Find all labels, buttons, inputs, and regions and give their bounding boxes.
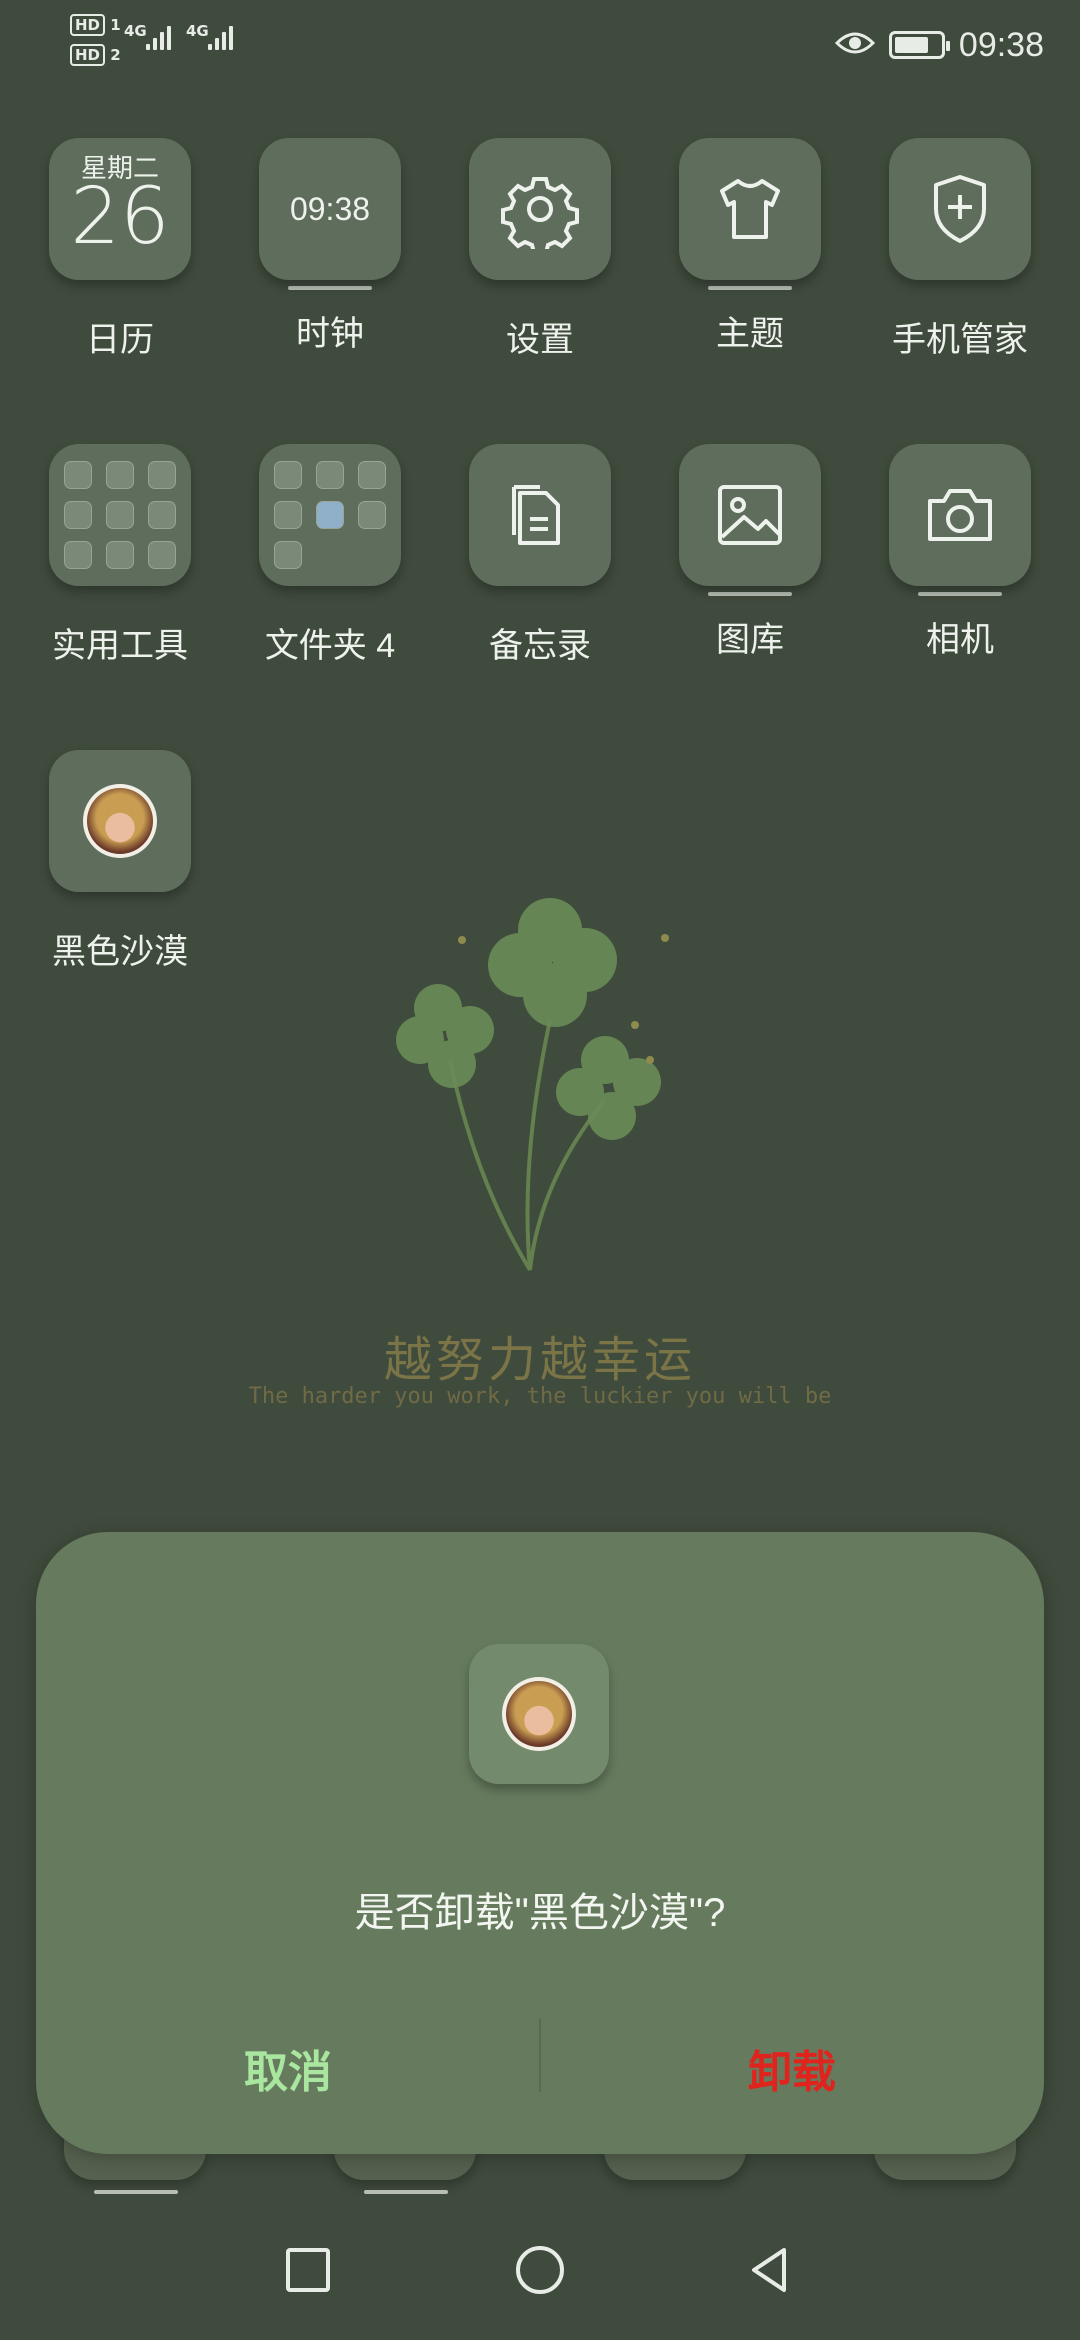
gallery-icon[interactable]	[679, 444, 821, 586]
app-label-phone-manager: 手机管家	[892, 321, 1028, 359]
running-indicator	[708, 286, 792, 290]
app-themes[interactable]: 主题	[650, 138, 850, 355]
camera-icon[interactable]	[889, 444, 1031, 586]
app-label-notes: 备忘录	[489, 627, 591, 665]
tshirt-icon[interactable]	[679, 138, 821, 280]
app-folder-tools[interactable]: 实用工具	[20, 444, 220, 667]
status-bar: HD 1 HD 2 4G 4G 09:38	[0, 0, 1080, 90]
clock-icon[interactable]: 09:38	[259, 138, 401, 280]
clock-time: 09:38	[289, 190, 371, 227]
circle-icon[interactable]	[500, 2230, 580, 2310]
sim2-hd-badge: HD	[70, 44, 106, 66]
running-indicator	[288, 286, 372, 290]
calendar-icon[interactable]: 星期二 26	[49, 138, 191, 280]
cancel-button[interactable]: 取消	[36, 2018, 540, 2118]
wallpaper-clover	[380, 860, 700, 1300]
network-type-1: 4G	[124, 22, 147, 40]
app-label-black-desert: 黑色沙漠	[52, 933, 188, 971]
signal-1-icon	[146, 26, 171, 50]
triangle-back-icon[interactable]	[730, 2230, 810, 2310]
app-label-calendar: 日历	[86, 321, 154, 359]
wallpaper-motto: 越努力越幸运	[383, 1332, 696, 1388]
sim1-hd-badge: HD	[70, 14, 106, 36]
running-indicator	[94, 2190, 178, 2194]
app-label-settings: 设置	[506, 321, 574, 359]
app-phone-manager[interactable]: 手机管家	[860, 138, 1060, 361]
running-indicator	[364, 2190, 448, 2194]
wallpaper-motto-english: The harder you work, the luckier you wil…	[248, 1384, 832, 1409]
uninstall-dialog: 是否卸载"黑色沙漠"? 取消 卸载	[36, 1532, 1044, 2154]
app-label-clock: 时钟	[296, 315, 364, 353]
running-indicator	[708, 592, 792, 596]
app-label-camera: 相机	[926, 621, 994, 659]
dialog-message: 是否卸载"黑色沙漠"?	[354, 1891, 726, 1935]
shield-plus-icon[interactable]	[889, 138, 1031, 280]
notes-icon[interactable]	[469, 444, 611, 586]
network-type-2: 4G	[186, 22, 209, 40]
app-black-desert[interactable]: 黑色沙漠	[20, 750, 220, 973]
game-avatar-icon[interactable]	[49, 750, 191, 892]
sim1-index: 1	[110, 16, 121, 34]
app-calendar[interactable]: 星期二 26 日历	[20, 138, 220, 361]
uninstall-button[interactable]: 卸载	[540, 2018, 1044, 2118]
app-label-themes: 主题	[716, 315, 784, 353]
app-settings[interactable]: 设置	[440, 138, 640, 361]
battery-icon	[888, 31, 950, 59]
app-notes[interactable]: 备忘录	[440, 444, 640, 667]
folder-icon[interactable]	[49, 444, 191, 586]
sim2-index: 2	[110, 46, 121, 64]
eye-icon	[834, 29, 876, 61]
signal-2-icon	[208, 26, 233, 50]
game-avatar-icon	[469, 1644, 609, 1784]
app-camera[interactable]: 相机	[860, 444, 1060, 661]
app-label-folder-4: 文件夹 4	[264, 627, 396, 665]
status-right: 09:38	[834, 22, 1044, 68]
app-gallery[interactable]: 图库	[650, 444, 850, 661]
folder-icon[interactable]	[259, 444, 401, 586]
app-clock[interactable]: 09:38 时钟	[230, 138, 430, 355]
gear-icon[interactable]	[469, 138, 611, 280]
status-time: 09:38	[958, 25, 1044, 64]
app-label-tools: 实用工具	[52, 627, 188, 665]
calendar-day: 26	[70, 172, 170, 262]
app-folder-4[interactable]: 文件夹 4	[230, 444, 430, 667]
app-label-gallery: 图库	[716, 621, 784, 659]
running-indicator	[918, 592, 1002, 596]
square-icon[interactable]	[268, 2230, 348, 2310]
navigation-bar	[0, 2230, 1080, 2340]
sim-indicators: HD 1 HD 2	[70, 14, 121, 74]
